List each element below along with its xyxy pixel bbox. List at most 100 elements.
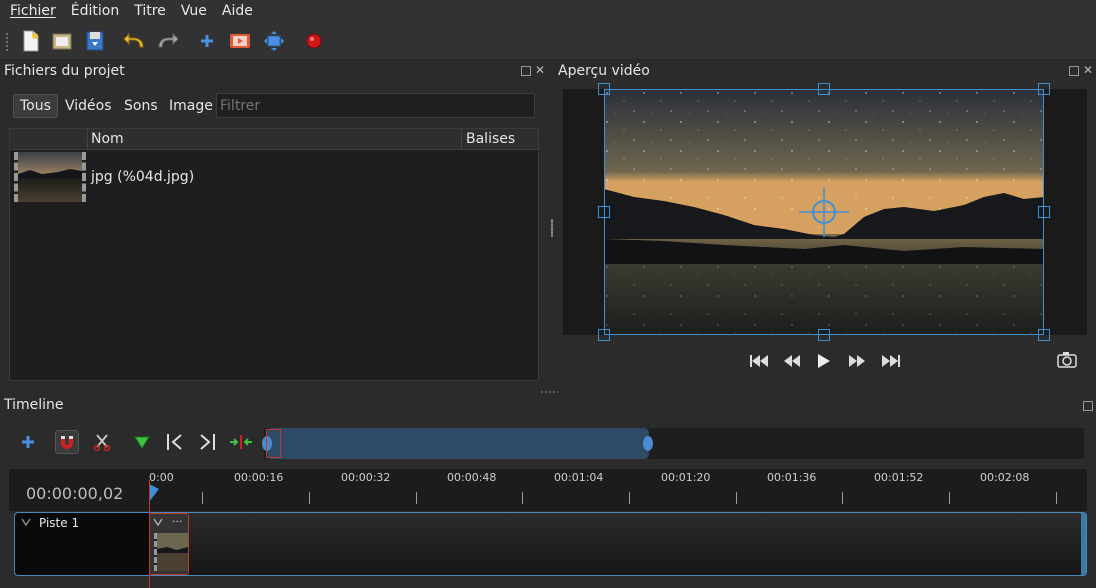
handle-top-left[interactable] (598, 83, 610, 95)
handle-top-right[interactable] (1038, 83, 1050, 95)
ruler-label: 00:01:52 (874, 471, 924, 484)
timeline-clip[interactable]: ... (149, 512, 189, 575)
menu-vue[interactable]: Vue (176, 3, 212, 19)
rewind-button[interactable] (781, 351, 803, 371)
snapshot-button[interactable] (1056, 350, 1078, 370)
current-timecode: 00:00:00,02 (26, 484, 124, 503)
menu-titre[interactable]: Titre (129, 3, 171, 19)
undo-button[interactable] (122, 29, 148, 53)
snapping-toggle[interactable] (55, 430, 79, 454)
handle-left[interactable] (598, 206, 610, 218)
fullscreen-button[interactable] (261, 29, 287, 53)
ruler-label: 00:01:36 (767, 471, 817, 484)
import-files-button[interactable] (194, 29, 220, 53)
menu-aide[interactable]: Aide (217, 3, 258, 19)
new-file-icon (23, 30, 39, 52)
ruler-tick (416, 492, 417, 504)
track-header[interactable]: Piste 1 (15, 513, 149, 575)
track-name: Piste 1 (39, 516, 80, 530)
handle-right[interactable] (1038, 206, 1050, 218)
undo-icon (123, 32, 144, 48)
handle-bottom-right[interactable] (1038, 329, 1050, 341)
track-menu-icon[interactable] (21, 518, 31, 526)
ruler-label: 00:02:08 (980, 471, 1030, 484)
float-panel-icon[interactable] (521, 66, 531, 76)
clip-menu-arrow-icon[interactable] (153, 518, 163, 526)
filter-tab-all[interactable]: Tous (13, 94, 58, 118)
ruler-label: 00:00:16 (234, 471, 284, 484)
video-preview[interactable] (563, 83, 1087, 341)
project-files-list[interactable]: Nom Balises jpg (%04d.jpg) (9, 128, 539, 381)
handle-top[interactable] (818, 83, 830, 95)
filter-input[interactable] (216, 93, 535, 118)
ruler-tick (949, 492, 950, 504)
menu-fichier[interactable]: Fichier (5, 3, 61, 19)
razor-tool-button[interactable] (90, 430, 114, 454)
file-thumbnail[interactable] (14, 152, 86, 202)
marker-icon (134, 436, 150, 449)
horizontal-splitter[interactable] (540, 391, 558, 393)
clip-thumbnail (154, 533, 188, 571)
main-toolbar (0, 22, 1096, 60)
file-list-header: Nom Balises (10, 129, 538, 150)
skip-end-icon (882, 355, 900, 367)
export-video-button[interactable] (301, 29, 327, 53)
project-files-title: Fichiers du projet (4, 63, 125, 79)
previous-marker-icon (167, 434, 182, 450)
file-name[interactable]: jpg (%04d.jpg) (91, 169, 194, 185)
menu-edition[interactable]: Édition (66, 3, 124, 19)
center-playhead-button[interactable] (229, 430, 253, 454)
skip-start-icon (750, 355, 768, 367)
zoom-handle-right[interactable] (643, 436, 653, 451)
jump-start-button[interactable] (748, 351, 770, 371)
plus-icon (22, 436, 34, 448)
ruler-tick (629, 492, 630, 504)
add-marker-button[interactable] (130, 430, 154, 454)
crosshair-icon[interactable] (799, 187, 849, 237)
column-name[interactable]: Nom (91, 131, 124, 147)
fast-forward-button[interactable] (846, 351, 868, 371)
filter-tab-images[interactable]: Image (163, 94, 219, 118)
plus-icon (201, 35, 213, 47)
save-icon (86, 31, 104, 51)
zoom-range[interactable] (267, 428, 649, 459)
handle-bottom[interactable] (818, 329, 830, 341)
choose-profile-button[interactable] (227, 29, 253, 53)
clip-menu-button[interactable]: ... (172, 512, 183, 525)
vertical-splitter[interactable] (551, 219, 553, 237)
ruler-label: 00:01:04 (554, 471, 604, 484)
open-project-button[interactable] (49, 29, 75, 53)
video-profile-icon (230, 34, 250, 48)
playhead-line[interactable] (149, 480, 150, 588)
handle-bottom-left[interactable] (598, 329, 610, 341)
float-timeline-icon[interactable] (1083, 401, 1093, 411)
rewind-icon (784, 355, 800, 367)
record-icon (306, 33, 322, 49)
column-tags[interactable]: Balises (466, 131, 515, 147)
save-project-button[interactable] (82, 29, 108, 53)
ruler-tick (522, 492, 523, 504)
close-preview-icon[interactable]: ✕ (1083, 64, 1093, 76)
open-folder-icon (52, 33, 72, 50)
video-preview-title: Aperçu vidéo (558, 63, 650, 79)
toolbar-grip[interactable] (5, 32, 9, 52)
new-project-button[interactable] (18, 29, 44, 53)
play-button[interactable] (815, 351, 833, 371)
ruler-tick (309, 492, 310, 504)
next-marker-button[interactable] (195, 430, 219, 454)
redo-button[interactable] (154, 29, 180, 53)
zoom-viewport-marker[interactable] (266, 429, 281, 458)
ruler-label: 00:00:32 (341, 471, 391, 484)
play-icon (818, 354, 830, 368)
float-preview-icon[interactable] (1069, 66, 1079, 76)
add-track-button[interactable] (16, 430, 40, 454)
camera-icon (1057, 352, 1077, 368)
previous-marker-button[interactable] (163, 430, 187, 454)
fullscreen-icon (264, 31, 284, 51)
jump-end-button[interactable] (879, 351, 903, 371)
close-panel-icon[interactable]: ✕ (535, 64, 545, 76)
scissors-icon (93, 434, 111, 451)
filter-tab-sounds[interactable]: Sons (118, 94, 164, 118)
redo-icon (158, 32, 179, 48)
filter-tab-videos[interactable]: Vidéos (59, 94, 118, 118)
